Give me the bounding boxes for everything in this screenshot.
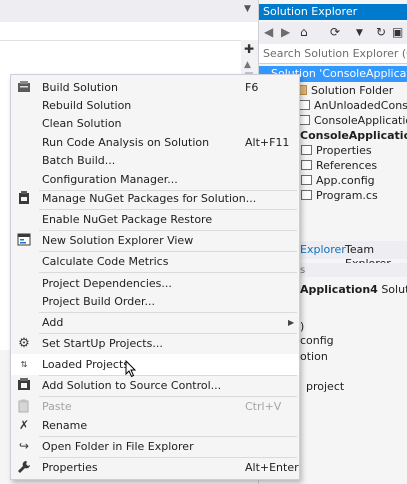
menu-item-add-to-source-control[interactable]: Add Solution to Source Control... bbox=[11, 375, 299, 396]
properties-header-title: s bbox=[300, 265, 306, 276]
menu-item-label: Set StartUp Projects... bbox=[42, 337, 163, 350]
sync-icon[interactable]: ⟳ bbox=[330, 25, 340, 39]
references-icon bbox=[301, 160, 312, 170]
tab-solution-explorer[interactable]: Explorer bbox=[300, 243, 346, 257]
tree-item-startup-project[interactable]: ConsoleApplication4 bbox=[300, 128, 407, 143]
menu-item-rename[interactable]: ✗ Rename bbox=[11, 415, 299, 436]
project-icon bbox=[299, 115, 310, 125]
collapse-all-icon[interactable]: ▣ bbox=[392, 25, 403, 39]
tree-item-references[interactable]: References bbox=[301, 158, 377, 173]
tree-item-program-cs[interactable]: Program.cs bbox=[301, 188, 378, 203]
menu-item-label: Project Build Order... bbox=[42, 295, 155, 308]
menu-item-label: Rename bbox=[42, 419, 88, 432]
gear-icon: ⚙ bbox=[18, 336, 30, 351]
menu-item-set-startup-projects[interactable]: ⚙ Set StartUp Projects... bbox=[11, 333, 299, 354]
menu-item-label: Clean Solution bbox=[42, 117, 122, 130]
menu-item-add[interactable]: Add ▶ bbox=[11, 312, 299, 333]
open-folder-icon: ↪ bbox=[18, 439, 30, 453]
split-window-icon[interactable]: ✚ bbox=[244, 42, 254, 56]
new-view-icon bbox=[16, 233, 32, 248]
scroll-up-icon[interactable]: ▲ bbox=[244, 60, 251, 70]
tree-item-unloaded-project[interactable]: AnUnloadedConsole bbox=[299, 98, 407, 113]
loaded-projects-icon: ⇅ bbox=[20, 360, 28, 369]
menu-item-label: Add bbox=[42, 316, 64, 329]
menu-item-new-solution-explorer-view[interactable]: New Solution Explorer View bbox=[11, 230, 299, 251]
menu-item-label: Manage NuGet Packages for Solution... bbox=[42, 192, 257, 205]
menu-item-batch-build[interactable]: Batch Build... bbox=[11, 150, 299, 171]
menu-item-paste[interactable]: Paste Ctrl+V bbox=[11, 396, 299, 417]
property-row[interactable]: otion bbox=[300, 350, 328, 363]
tree-item-solution-folder[interactable]: Solution Folder bbox=[296, 83, 393, 98]
source-control-icon bbox=[16, 378, 32, 393]
paste-icon bbox=[16, 399, 32, 414]
menu-item-label: Open Folder in File Explorer bbox=[42, 440, 194, 453]
menu-item-label: Add Solution to Source Control... bbox=[42, 379, 222, 392]
menu-item-label: Enable NuGet Package Restore bbox=[42, 213, 213, 226]
menu-item-enable-nuget-restore[interactable]: Enable NuGet Package Restore bbox=[11, 209, 299, 230]
property-row[interactable]: config bbox=[300, 334, 334, 347]
submenu-arrow-icon: ▶ bbox=[288, 318, 295, 327]
context-menu: Build Solution F6 Rebuild Solution Clean… bbox=[10, 74, 300, 480]
nuget-icon bbox=[16, 191, 32, 206]
menu-item-label: New Solution Explorer View bbox=[42, 234, 194, 247]
tree-item-app-config[interactable]: App.config bbox=[301, 173, 375, 188]
menu-item-configuration-manager[interactable]: Configuration Manager... bbox=[11, 169, 299, 190]
build-icon bbox=[16, 80, 32, 95]
menu-item-label: Calculate Code Metrics bbox=[42, 255, 169, 268]
menu-item-project-build-order[interactable]: Project Build Order... bbox=[11, 291, 299, 312]
editor-navigation-bar[interactable] bbox=[0, 22, 258, 41]
config-file-icon bbox=[301, 175, 312, 185]
tree-item-properties[interactable]: Properties bbox=[301, 143, 372, 158]
project-icon bbox=[299, 100, 310, 110]
mouse-cursor-icon bbox=[125, 360, 137, 378]
property-row[interactable]: ) bbox=[300, 320, 304, 333]
property-row[interactable]: project bbox=[306, 380, 344, 393]
forward-icon[interactable]: ▶ bbox=[281, 25, 290, 39]
menu-item-loaded-projects[interactable]: ⇅ Loaded Projects bbox=[11, 354, 299, 375]
refresh-icon[interactable]: ↻ bbox=[376, 25, 386, 39]
menu-item-label: Loaded Projects bbox=[42, 358, 130, 371]
dropdown-arrow-icon[interactable]: ▼ bbox=[244, 4, 251, 14]
menu-item-label: Batch Build... bbox=[42, 154, 116, 167]
menu-item-open-folder[interactable]: ↪ Open Folder in File Explorer bbox=[11, 436, 299, 457]
home-icon[interactable]: ⌂ bbox=[300, 25, 308, 39]
back-icon[interactable]: ◀ bbox=[264, 25, 273, 39]
editor-tab-strip bbox=[0, 0, 258, 22]
menu-item-label: Properties bbox=[42, 461, 98, 474]
csharp-file-icon bbox=[301, 190, 312, 200]
menu-item-calculate-code-metrics[interactable]: Calculate Code Metrics bbox=[11, 251, 299, 272]
wrench-icon bbox=[16, 460, 32, 475]
dropdown-arrow-icon[interactable]: ▼ bbox=[356, 28, 363, 38]
menu-item-manage-nuget[interactable]: Manage NuGet Packages for Solution... bbox=[11, 188, 299, 209]
menu-item-clean-solution[interactable]: Clean Solution bbox=[11, 113, 299, 134]
tree-item-project[interactable]: ConsoleApplication1 bbox=[299, 113, 407, 128]
properties-object-selector[interactable]: Application4 Solution bbox=[300, 283, 407, 296]
menu-item-shortcut: Alt+Enter bbox=[245, 461, 299, 474]
properties-icon bbox=[301, 145, 312, 155]
editor-divider bbox=[0, 40, 258, 41]
rename-icon: ✗ bbox=[18, 418, 30, 432]
menu-item-shortcut: Ctrl+V bbox=[245, 400, 282, 413]
solution-explorer-title: Solution Explorer bbox=[259, 4, 407, 20]
menu-item-label: Paste bbox=[42, 400, 72, 413]
solution-explorer-search-input[interactable]: Search Solution Explorer (Ctrl+;) bbox=[259, 44, 407, 64]
menu-item-properties[interactable]: Properties Alt+Enter bbox=[11, 457, 299, 478]
menu-item-label: Configuration Manager... bbox=[42, 173, 178, 186]
